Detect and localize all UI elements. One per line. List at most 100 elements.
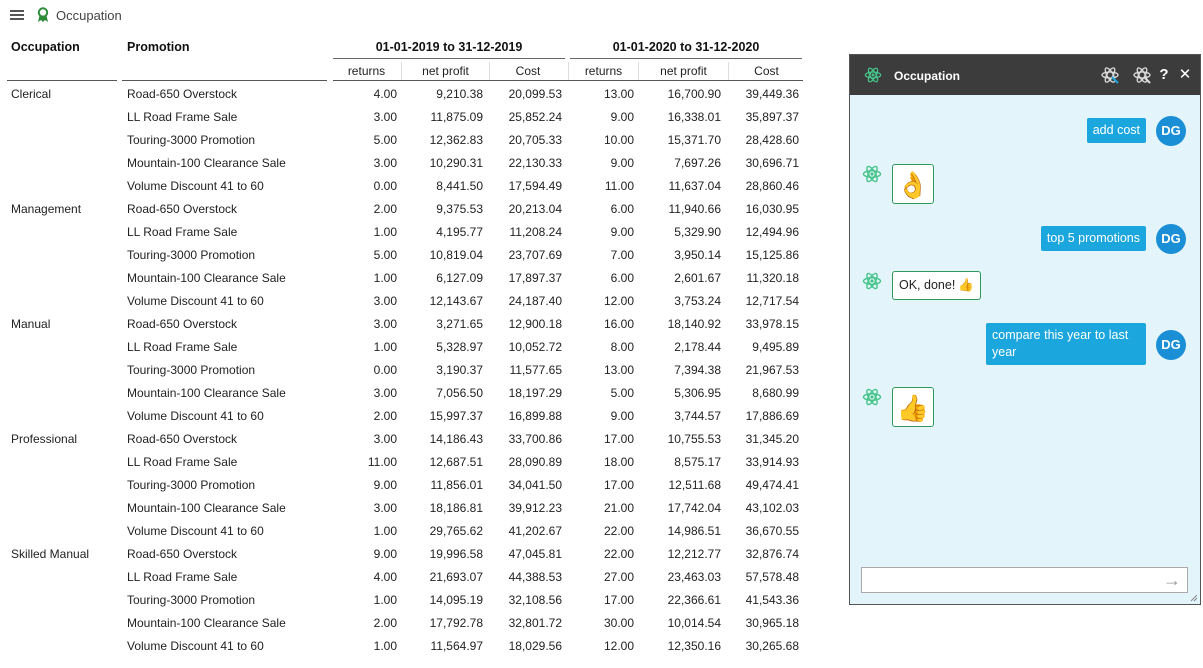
value-cell: 5.00	[373, 248, 397, 262]
value-cell: 57,578.48	[745, 570, 799, 584]
value-cell: 17,594.49	[508, 179, 562, 193]
value-cell: 34,041.50	[508, 478, 562, 492]
value-cell: 4.00	[373, 570, 397, 584]
resize-grip-icon[interactable]	[1190, 594, 1198, 602]
value-cell: 31,345.20	[745, 432, 799, 446]
table-row: Mountain-100 Clearance Sale 2.00 17,792.78…	[0, 611, 845, 634]
table-row: Mountain-100 Clearance Sale 3.00 7,056.50 1…	[0, 381, 845, 404]
value-cell: 15,997.37	[429, 409, 483, 423]
arrow-right-icon[interactable]: →	[1163, 570, 1181, 590]
value-cell: 12,350.16	[667, 639, 721, 653]
column-header-measure[interactable]: net profit	[403, 64, 488, 78]
value-cell: 43,102.03	[745, 501, 799, 515]
value-cell: 5.00	[610, 386, 634, 400]
value-cell: 14,095.19	[429, 593, 483, 607]
value-cell: 3,753.24	[674, 294, 721, 308]
value-cell: 2,178.44	[674, 340, 721, 354]
value-cell: 21,693.07	[429, 570, 483, 584]
table-row: Mountain-100 Clearance Sale 1.00 6,127.09 1…	[0, 266, 845, 289]
value-cell: 11.00	[604, 179, 634, 193]
avatar: DG	[1156, 223, 1186, 254]
value-cell: 2.00	[373, 409, 397, 423]
close-icon[interactable]: ✕	[1176, 65, 1194, 85]
column-header-measure[interactable]: Cost	[491, 64, 565, 78]
value-cell: 5,328.97	[436, 340, 483, 354]
value-cell: 10,290.31	[429, 156, 483, 170]
value-cell: 10.00	[603, 133, 634, 147]
value-cell: 11,940.66	[668, 202, 722, 216]
table-row: Touring-3000 Promotion 0.00 3,190.37 11,577…	[0, 358, 845, 381]
value-cell: 12,511.68	[668, 478, 722, 492]
value-cell: 0.00	[373, 179, 397, 193]
promotion-cell: Mountain-100 Clearance Sale	[127, 156, 286, 170]
value-cell: 9.00	[610, 110, 634, 124]
chat-window: Occupation ? ✕ add cost DG 👌 top 5 promotio…	[849, 54, 1201, 605]
column-header-promotion[interactable]: Promotion	[127, 40, 190, 54]
promotion-cell: LL Road Frame Sale	[127, 570, 238, 584]
value-cell: 13.00	[603, 87, 634, 101]
column-separator	[568, 62, 569, 80]
thumbs-up-icon: 👍	[896, 393, 930, 423]
table-row: Volume Discount 41 to 60 0.00 8,441.50 17,5…	[0, 174, 845, 197]
column-header-measure[interactable]: returns	[570, 64, 637, 78]
period-header-2019[interactable]: 01-01-2019 to 31-12-2019	[333, 40, 565, 54]
atom-settings-icon[interactable]	[1100, 65, 1120, 85]
promotion-cell: Road-650 Overstock	[127, 547, 238, 561]
promotion-cell: Road-650 Overstock	[127, 432, 238, 446]
chat-input[interactable]	[862, 568, 1152, 592]
chat-title-bar[interactable]: Occupation ? ✕	[850, 55, 1200, 95]
value-cell: 22,130.33	[508, 156, 562, 170]
promotion-cell: Touring-3000 Promotion	[127, 478, 256, 492]
hamburger-icon[interactable]	[10, 8, 24, 22]
column-header-measure[interactable]: returns	[333, 64, 400, 78]
value-cell: 12.00	[603, 294, 634, 308]
period-divider	[333, 58, 565, 59]
period-header-2020[interactable]: 01-01-2020 to 31-12-2020	[570, 40, 802, 54]
column-header-measure[interactable]: net profit	[640, 64, 727, 78]
help-icon[interactable]: ?	[1156, 65, 1172, 85]
table-row: Management Road-650 Overstock 2.00 9,375.53…	[0, 197, 845, 220]
value-cell: 11,856.01	[430, 478, 484, 492]
atom-tools-icon[interactable]	[1132, 65, 1152, 85]
promotion-cell: Mountain-100 Clearance Sale	[127, 501, 286, 515]
value-cell: 21,967.53	[745, 363, 799, 377]
bot-atom-icon	[862, 165, 882, 183]
value-cell: 33,700.86	[508, 432, 562, 446]
ribbon-award-icon	[37, 7, 49, 22]
value-cell: 12,212.77	[667, 547, 721, 561]
column-header-occupation[interactable]: Occupation	[11, 40, 80, 54]
value-cell: 12,143.67	[429, 294, 483, 308]
value-cell: 30,965.18	[745, 616, 799, 630]
value-cell: 1.00	[373, 340, 397, 354]
bot-message: OK, done! 👍	[892, 271, 981, 300]
value-cell: 10,014.54	[667, 616, 721, 630]
promotion-cell: Volume Discount 41 to 60	[127, 524, 264, 538]
table-row: LL Road Frame Sale 4.00 21,693.07 44,388.53…	[0, 565, 845, 588]
value-cell: 2.00	[373, 616, 397, 630]
chat-input-box[interactable]: →	[861, 567, 1188, 593]
user-message: compare this year to last year	[986, 323, 1146, 365]
value-cell: 9.00	[610, 156, 634, 170]
value-cell: 5.00	[373, 133, 397, 147]
value-cell: 18,140.92	[667, 317, 721, 331]
value-cell: 16.00	[603, 317, 634, 331]
column-header-measure[interactable]: Cost	[730, 64, 803, 78]
value-cell: 30,265.68	[745, 639, 799, 653]
promotion-cell: Touring-3000 Promotion	[127, 248, 256, 262]
value-cell: 4,195.77	[436, 225, 483, 239]
value-cell: 8.00	[610, 340, 634, 354]
value-cell: 17,742.04	[667, 501, 721, 515]
value-cell: 12,362.83	[429, 133, 483, 147]
value-cell: 35,897.37	[745, 110, 799, 124]
value-cell: 7.00	[610, 248, 634, 262]
value-cell: 3.00	[373, 501, 397, 515]
value-cell: 16,338.01	[667, 110, 721, 124]
value-cell: 9.00	[373, 547, 397, 561]
value-cell: 8,680.99	[752, 386, 799, 400]
value-cell: 3.00	[373, 432, 397, 446]
promotion-cell: Mountain-100 Clearance Sale	[127, 386, 286, 400]
value-cell: 11,637.04	[668, 179, 722, 193]
value-cell: 33,914.93	[745, 455, 799, 469]
value-cell: 1.00	[373, 639, 397, 653]
value-cell: 11,320.18	[746, 271, 800, 285]
